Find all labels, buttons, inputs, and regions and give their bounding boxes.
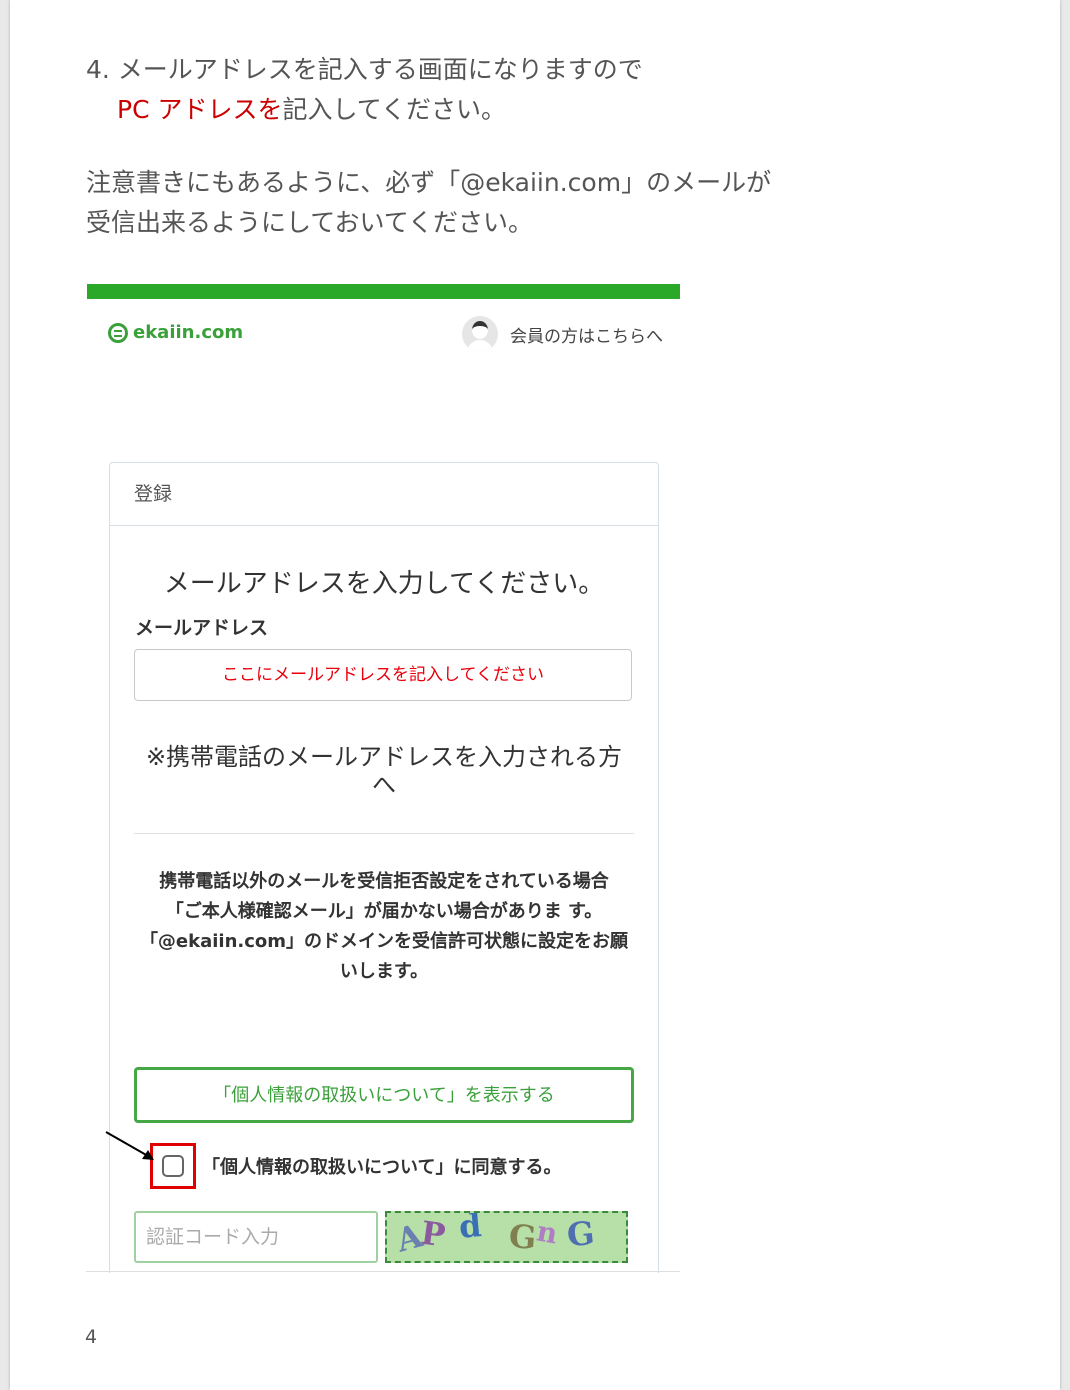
instruction-step: 4. メールアドレスを記入する画面になりますので PC アドレスを記入してくださ… [86,50,643,130]
consent-checkbox[interactable] [162,1155,184,1177]
logo-icon [108,322,128,343]
captcha-input[interactable]: 認証コード入力 [134,1211,378,1263]
note-line-1: 注意書きにもあるように、必ず「@ekaiin.com」のメールが [86,168,772,197]
notice-line: 携帯電話以外のメールを受信拒否設定をされている場合 [159,871,609,892]
card-header: 登録 [110,463,658,526]
arrow-icon [105,1131,154,1160]
avatar-icon [462,316,498,352]
registration-card: 登録 メールアドレスを入力してください。 メールアドレス ここにメールアドレスを… [109,462,659,1273]
screenshot-bottom-border [86,1271,680,1272]
mobile-notice-heading: ※携帯電話のメールアドレスを入力される方へ [145,743,623,799]
instruction-note: 注意書きにもあるように、必ず「@ekaiin.com」のメールが 受信出来るよう… [86,163,771,243]
consent-label: 「個人情報の取扱いについて」に同意する。 [202,1157,562,1178]
step-line-2-rest: 記入してください。 [282,95,506,124]
notice-line: 「@ekaiin.com」のドメインを受信許可状態に設定をお願いします。 [139,931,629,982]
member-link-label: 会員の方はこちらへ [510,326,663,347]
step-line-2: PC アドレスを記入してください。 [86,90,643,130]
captcha-image[interactable]: A P d G n G [385,1211,628,1263]
logo-text: ekaiin.com [133,322,244,343]
page-number: 4 [85,1326,98,1348]
show-privacy-policy-button[interactable]: 「個人情報の取扱いについて」を表示する [134,1067,634,1123]
site-top-bar [87,284,680,299]
consent-row: 「個人情報の取扱いについて」に同意する。 [150,1143,561,1189]
member-login-link[interactable]: 会員の方はこちらへ [462,316,663,352]
step-line-1: 4. メールアドレスを記入する画面になりますので [86,55,643,84]
site-logo[interactable]: ekaiin.com [108,322,243,343]
email-input[interactable]: ここにメールアドレスを記入してください [134,649,632,701]
mobile-notice-text: 携帯電話以外のメールを受信拒否設定をされている場合 「ご本人様確認メール」が届か… [134,867,634,987]
form-title: メールアドレスを入力してください。 [163,569,605,599]
email-label: メールアドレス [135,617,269,639]
note-line-2: 受信出来るようにしておいてください。 [86,208,534,237]
notice-line: 「ご本人様確認メール」が届かない場合がありま す。 [165,901,603,922]
pc-address-highlight: PC アドレスを [117,95,283,124]
divider [134,833,634,834]
